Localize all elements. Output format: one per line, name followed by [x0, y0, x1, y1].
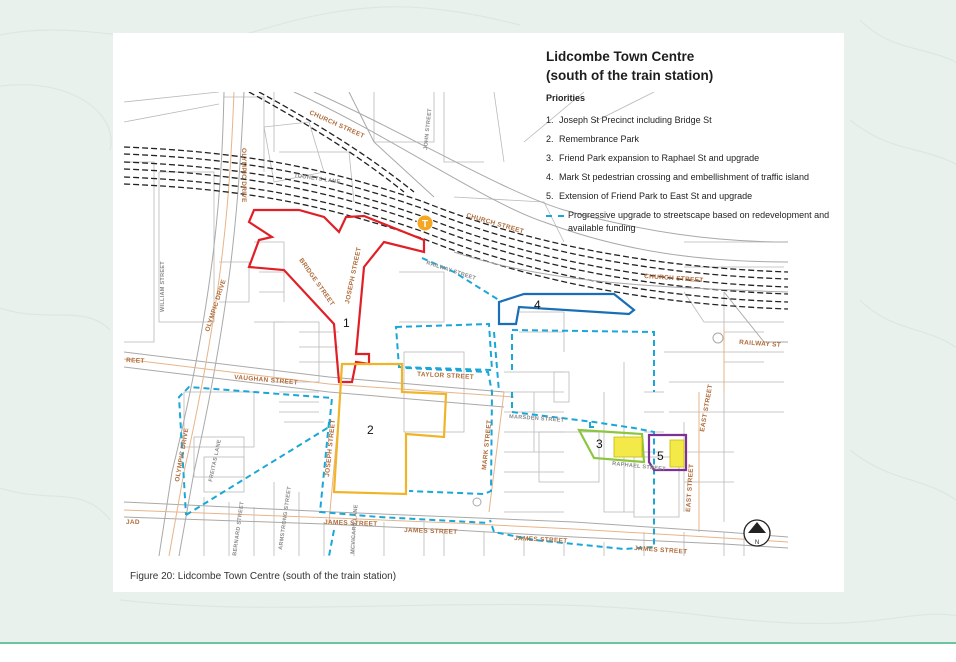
train-station-icon[interactable]: T: [416, 214, 434, 232]
north-arrow-icon: N: [743, 519, 771, 547]
priorities-heading: Priorities: [546, 93, 586, 103]
priority-item: 2. Remembrance Park: [546, 134, 640, 144]
area-5-label: 5: [657, 449, 664, 463]
north-arrow-label: N: [755, 540, 759, 546]
station-icon-label: T: [422, 219, 428, 230]
street-label: OLYMPIC DRIVE: [240, 148, 247, 203]
area-2-label: 2: [367, 423, 374, 437]
figure-caption: Figure 20: Lidcombe Town Centre (south o…: [130, 571, 397, 582]
priority-item: 4. Mark St pedestrian crossing and embell…: [546, 172, 809, 182]
street-label: REET: [126, 357, 145, 365]
dashed-line-legend: Progressive upgrade to streetscape based…: [546, 209, 836, 235]
priority-item: 1. Joseph St Precinct including Bridge St: [546, 115, 712, 125]
priorities-list: 1. Joseph St Precinct including Bridge St…: [546, 111, 836, 235]
street-label: WILLIAM STREET: [160, 261, 166, 312]
figure-subtitle: (south of the train station): [546, 68, 714, 83]
figure-panel: T CHURCH STREET CHURCH STREET CHURCH STR…: [113, 33, 844, 592]
legend: Lidcombe Town Centre (south of the train…: [546, 47, 836, 235]
priority-item: 5. Extension of Friend Park to East St an…: [546, 191, 753, 201]
area-1-label: 1: [343, 316, 350, 330]
bottom-band: [0, 642, 956, 662]
area-4-label: 4: [534, 298, 541, 312]
priority-item: 3. Friend Park expansion to Raphael St an…: [546, 153, 760, 163]
area-3-label: 3: [596, 437, 603, 451]
dashed-line-symbol: [546, 209, 568, 235]
figure-title: Lidcombe Town Centre: [546, 49, 695, 64]
street-label: JAD: [126, 519, 140, 526]
